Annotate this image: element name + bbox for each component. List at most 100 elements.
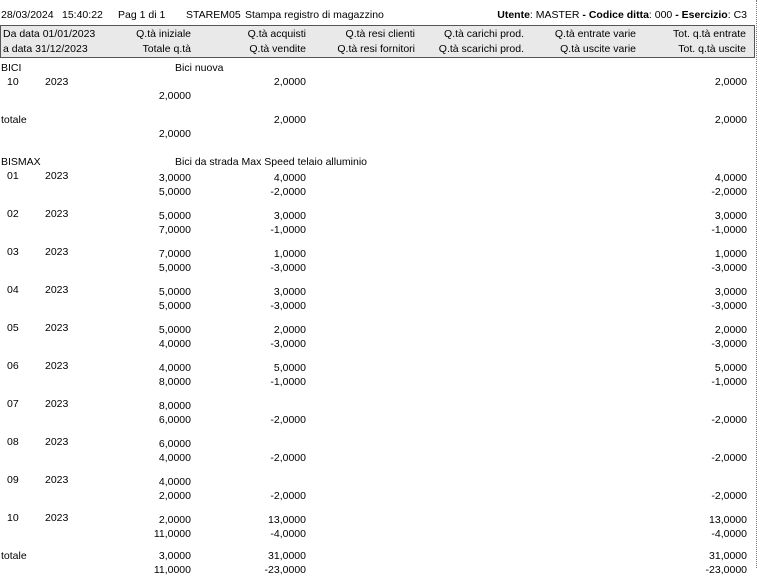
period-month: 10 [7, 76, 19, 88]
totale-qta-value: 2,0000 [158, 90, 191, 102]
qta-acquisti-value: 4,0000 [273, 172, 306, 184]
totale-qta-value: 7,0000 [158, 224, 191, 236]
qta-vendite-value: -2,0000 [270, 414, 306, 426]
period-month: 07 [7, 398, 19, 410]
period-month: 04 [7, 284, 19, 296]
col-qta-vendite: Q.tà vendite [249, 43, 306, 55]
qta-iniziale-value: 4,0000 [158, 476, 191, 488]
period-month: 01 [7, 170, 19, 182]
date-from: Da data 01/01/2023 [3, 28, 96, 40]
qta-acquisti-value: 2,0000 [273, 324, 306, 336]
qta-vendite-value: -3,0000 [270, 300, 306, 312]
period-month: 02 [7, 208, 19, 220]
tot-qta-uscite-value: -2,0000 [711, 414, 747, 426]
tot-qta-uscite-value: -2,0000 [711, 452, 747, 464]
period-year: 2023 [45, 284, 69, 296]
col-qta-entrate-varie: Q.tà entrate varie [554, 28, 636, 40]
qta-iniziale-value: 4,0000 [158, 362, 191, 374]
qta-vendite-value: -3,0000 [270, 262, 306, 274]
totale-qta-value: 11,0000 [153, 528, 191, 540]
period-month: 10 [7, 512, 19, 524]
qta-vendite-value: -1,0000 [270, 224, 306, 236]
report-header: 28/03/2024 15:40:22 Pag 1 di 1 STAREM05 … [0, 9, 760, 23]
col-qta-carichi-prod: Q.tà carichi prod. [444, 28, 524, 40]
tot-qta-entrate-value: 31,0000 [709, 550, 747, 562]
col-qta-uscite-varie: Q.tà uscite varie [560, 43, 636, 55]
tot-qta-uscite-value: -3,0000 [711, 300, 747, 312]
totale-qta-value: 4,0000 [158, 338, 191, 350]
utente-label: Utente [497, 9, 530, 21]
totale-qta-value: 6,0000 [158, 414, 191, 426]
qta-acquisti-value: 31,0000 [268, 550, 306, 562]
tot-qta-entrate-value: 5,0000 [714, 362, 747, 374]
qta-vendite-value: -4,0000 [270, 528, 306, 540]
period-year: 2023 [45, 436, 69, 448]
qta-iniziale-value: 3,0000 [158, 550, 191, 562]
user-company-info: Utente: MASTER - Codice ditta: 000 - Ese… [497, 9, 747, 21]
report-page: 28/03/2024 15:40:22 Pag 1 di 1 STAREM05 … [0, 0, 765, 576]
qta-iniziale-value: 2,0000 [158, 514, 191, 526]
article-description: Bici nuova [175, 62, 224, 74]
period-month: 09 [7, 474, 19, 486]
qta-vendite-value: -2,0000 [270, 490, 306, 502]
qta-iniziale-value: 5,0000 [158, 210, 191, 222]
tot-qta-uscite-value: -4,0000 [711, 528, 747, 540]
period-year: 2023 [45, 170, 69, 182]
tot-qta-entrate-value: 2,0000 [714, 76, 747, 88]
qta-vendite-value: -3,0000 [270, 338, 306, 350]
qta-iniziale-value: 6,0000 [158, 438, 191, 450]
qta-acquisti-value: 2,0000 [273, 76, 306, 88]
period-year: 2023 [45, 398, 69, 410]
tot-qta-uscite-value: -23,0000 [705, 564, 747, 576]
qta-acquisti-value: 3,0000 [273, 210, 306, 222]
col-qta-resi-clienti: Q.tà resi clienti [345, 28, 415, 40]
qta-iniziale-value: 3,0000 [158, 172, 191, 184]
period-year: 2023 [45, 474, 69, 486]
col-tot-qta-uscite: Tot. q.tà uscite [678, 43, 746, 55]
qta-iniziale-value: 5,0000 [158, 324, 191, 336]
totale-qta-value: 5,0000 [158, 262, 191, 274]
qta-acquisti-value: 3,0000 [273, 286, 306, 298]
col-qta-iniziale: Q.tà iniziale [136, 28, 191, 40]
tot-qta-entrate-value: 1,0000 [714, 248, 747, 260]
col-tot-qta-entrate: Tot. q.tà entrate [673, 28, 746, 40]
article-code: BICI [1, 62, 22, 74]
col-qta-scarichi-prod: Q.tà scarichi prod. [438, 43, 524, 55]
qta-acquisti-value: 1,0000 [273, 248, 306, 260]
date-to: a data 31/12/2023 [3, 43, 88, 55]
totale-qta-value: 8,0000 [158, 376, 191, 388]
qta-vendite-value: -23,0000 [264, 564, 306, 576]
total-label: totale [1, 114, 27, 126]
period-month: 08 [7, 436, 19, 448]
tot-qta-uscite-value: -2,0000 [711, 490, 747, 502]
qta-acquisti-value: 13,0000 [268, 514, 306, 526]
tot-qta-uscite-value: -1,0000 [711, 376, 747, 388]
esercizio-value: : C3 [727, 9, 747, 21]
article-description: Bici da strada Max Speed telaio allumini… [175, 156, 368, 168]
totale-qta-value: 11,0000 [153, 564, 191, 576]
column-header: Da data 01/01/2023 a data 31/12/2023 Q.t… [0, 25, 755, 58]
tot-qta-entrate-value: 3,0000 [714, 286, 747, 298]
esercizio-label: - Esercizio [672, 9, 728, 21]
qta-acquisti-value: 5,0000 [273, 362, 306, 374]
period-year: 2023 [45, 76, 69, 88]
qta-vendite-value: -1,0000 [270, 376, 306, 388]
tot-qta-entrate-value: 4,0000 [714, 172, 747, 184]
utente-value: : MASTER [529, 9, 580, 21]
tot-qta-entrate-value: 2,0000 [714, 114, 747, 126]
qta-vendite-value: -2,0000 [270, 186, 306, 198]
totale-qta-value: 2,0000 [158, 128, 191, 140]
tot-qta-entrate-value: 13,0000 [709, 514, 747, 526]
page-right-border [756, 0, 758, 568]
qta-iniziale-value: 7,0000 [158, 248, 191, 260]
report-title: Stampa registro di magazzino [245, 9, 384, 21]
tot-qta-uscite-value: -1,0000 [711, 224, 747, 236]
period-year: 2023 [45, 512, 69, 524]
print-date: 28/03/2024 [1, 9, 54, 21]
tot-qta-entrate-value: 3,0000 [714, 210, 747, 222]
qta-iniziale-value: 5,0000 [158, 286, 191, 298]
qta-iniziale-value: 8,0000 [158, 400, 191, 412]
period-year: 2023 [45, 208, 69, 220]
period-year: 2023 [45, 246, 69, 258]
totale-qta-value: 5,0000 [158, 300, 191, 312]
